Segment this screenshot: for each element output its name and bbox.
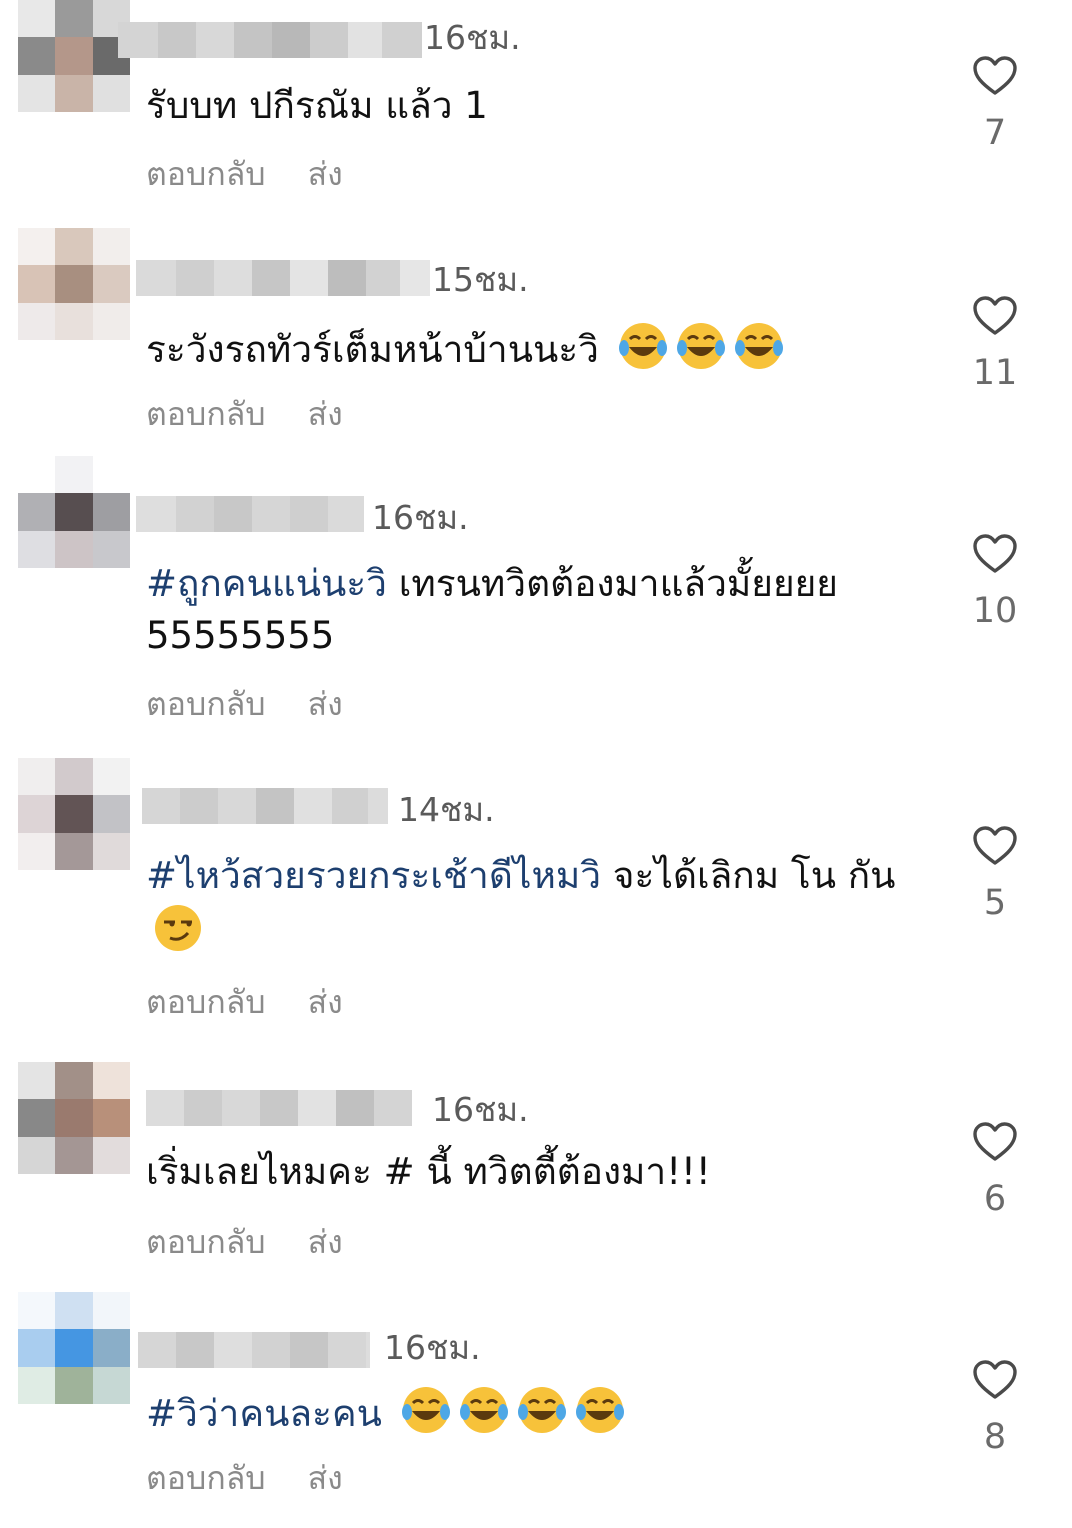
like-count: 7 [983,113,1007,153]
comment-text: รับบท ปกีรณัม แล้ว 1 [146,80,926,132]
like-control: 7 [966,56,1024,152]
comment-actions: ตอบกลับ ส่ง [146,1222,343,1262]
like-count: 10 [972,591,1018,631]
comment-actions: ตอบกลับ ส่ง [146,154,343,194]
comment-body: จะได้เลิกม โน กัน [601,854,896,897]
comment-timestamp: 16ชม. [372,498,469,537]
comment-timestamp: 16ชม. [432,1090,529,1129]
like-count: 5 [983,883,1007,923]
comment-item: 16ชม. รับบท ปกีรณัม แล้ว 1 ตอบกลับ ส่ง 7 [0,0,1072,230]
heart-outline-icon[interactable] [973,826,1017,866]
reply-button[interactable]: ตอบกลับ [146,983,266,1021]
heart-outline-icon[interactable] [973,1122,1017,1162]
comment-timestamp: 16ชม. [384,1328,481,1367]
comment-actions: ตอบกลับ ส่ง [146,684,343,724]
username-blurred[interactable] [138,1332,370,1368]
reply-button[interactable]: ตอบกลับ [146,1459,266,1497]
comment-text: ระวังรถทัวร์เต็มหน้าบ้านนะวิ [146,320,926,376]
send-button[interactable]: ส่ง [308,983,343,1021]
reply-button[interactable]: ตอบกลับ [146,395,266,433]
comment-text: เริ่มเลยไหมคะ # นี้ ทวิตตี้ต้องมา!!! [146,1146,926,1198]
comment-body: รับบท ปกีรณัม แล้ว 1 [146,84,488,127]
heart-outline-icon[interactable] [973,56,1017,96]
like-control: 10 [966,534,1024,630]
tears-of-joy-emoji [401,1387,450,1433]
comment-text: #ถูกคนแน่นะวิ เทรนทวิตต้องมาแล้วมั้ยยยย … [146,558,926,662]
comment-timestamp: 15ชม. [432,260,529,299]
tears-of-joy-emoji [618,323,667,369]
tears-of-joy-emoji [517,1387,566,1433]
comment-item: 16ชม. เริ่มเลยไหมคะ # นี้ ทวิตตี้ต้องมา!… [0,1062,1072,1292]
comment-item: 14ชม. #ไหว้สวยรวยกระเช้าดีไหมวิ จะได้เลิ… [0,758,1072,1058]
heart-outline-icon[interactable] [973,296,1017,336]
send-button[interactable]: ส่ง [308,1223,343,1261]
avatar[interactable] [18,1062,130,1174]
like-control: 5 [966,826,1024,922]
avatar[interactable] [18,758,130,870]
username-blurred[interactable] [146,1090,412,1126]
smirking-face-emoji [155,905,201,951]
like-count: 8 [983,1417,1007,1457]
send-button[interactable]: ส่ง [308,395,343,433]
comment-timestamp: 16ชม. [424,18,521,57]
comment-body: เริ่มเลยไหมคะ # นี้ ทวิตตี้ต้องมา!!! [146,1150,711,1193]
comment-item: 15ชม. ระวังรถทัวร์เต็มหน้าบ้านนะวิ ตอบกล… [0,228,1072,458]
like-control: 11 [966,296,1024,392]
tears-of-joy-emoji [734,323,783,369]
avatar[interactable] [18,1292,130,1404]
like-control: 6 [966,1122,1024,1218]
tears-of-joy-emoji [676,323,725,369]
like-control: 8 [966,1360,1024,1456]
like-count: 11 [972,353,1018,393]
hashtag-link[interactable]: #ถูกคนแน่นะวิ [146,562,387,605]
username-blurred[interactable] [142,788,388,824]
tears-of-joy-emoji [459,1387,508,1433]
comment-actions: ตอบกลับ ส่ง [146,982,343,1022]
comment-item: 16ชม. #ถูกคนแน่นะวิ เทรนทวิตต้องมาแล้วมั… [0,456,1072,756]
hashtag-link[interactable]: #วิว่าคนละคน [146,1392,382,1435]
heart-outline-icon[interactable] [973,1360,1017,1400]
heart-outline-icon[interactable] [973,534,1017,574]
username-blurred[interactable] [136,260,430,296]
avatar[interactable] [18,456,130,568]
send-button[interactable]: ส่ง [308,155,343,193]
send-button[interactable]: ส่ง [308,1459,343,1497]
tears-of-joy-emoji [575,1387,624,1433]
avatar[interactable] [18,0,130,112]
comment-text: #ไหว้สวยรวยกระเช้าดีไหมวิ จะได้เลิกม โน … [146,850,926,958]
username-blurred[interactable] [136,496,364,532]
reply-button[interactable]: ตอบกลับ [146,1223,266,1261]
comment-text: #วิว่าคนละคน [146,1384,926,1440]
comment-actions: ตอบกลับ ส่ง [146,394,343,434]
hashtag-link[interactable]: #ไหว้สวยรวยกระเช้าดีไหมวิ [146,854,601,897]
comment-item: 16ชม. #วิว่าคนละคน ตอบกลับ ส่ง 8 [0,1292,1072,1528]
comment-timestamp: 14ชม. [398,790,495,829]
username-blurred[interactable] [118,22,422,58]
comment-body: ระวังรถทัวร์เต็มหน้าบ้านนะวิ [146,328,599,371]
send-button[interactable]: ส่ง [308,685,343,723]
comment-actions: ตอบกลับ ส่ง [146,1458,343,1498]
reply-button[interactable]: ตอบกลับ [146,685,266,723]
like-count: 6 [983,1179,1007,1219]
avatar[interactable] [18,228,130,340]
reply-button[interactable]: ตอบกลับ [146,155,266,193]
